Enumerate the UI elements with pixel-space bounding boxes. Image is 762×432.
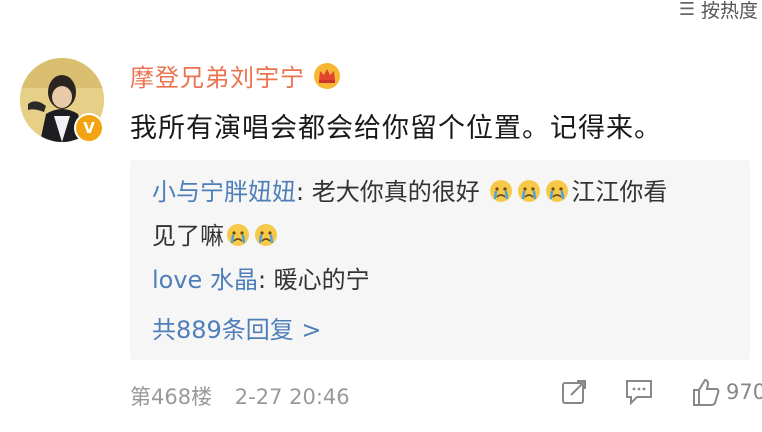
reply-item[interactable]: 小与宁胖妞妞: 老大你真的很好 江江你看 见了嘛 [152, 170, 667, 258]
reply-separator: : [296, 178, 312, 206]
sort-toggle[interactable]: ☰ 按热度 [679, 0, 758, 23]
reply-text: 江江你看 [571, 178, 668, 206]
crying-emoji-icon [255, 224, 277, 246]
crying-emoji-icon [546, 180, 569, 202]
crown-icon [314, 62, 340, 89]
reply-item[interactable]: love 水晶: 暖心的宁 [152, 258, 370, 302]
share-icon[interactable] [560, 378, 588, 406]
reply-username[interactable]: love 水晶 [152, 266, 258, 294]
comment-icon[interactable] [624, 378, 654, 406]
reply-text: 见了嘛 [152, 222, 224, 250]
crying-emoji-icon [227, 224, 249, 246]
crying-emoji-icon [490, 180, 513, 202]
floor-number: 第468楼 [130, 385, 213, 409]
more-replies-link[interactable]: 共889条回复 > [152, 310, 322, 345]
like-count: 970 [726, 380, 762, 404]
sort-icon: ☰ [678, 0, 695, 20]
comment-username[interactable]: 摩登兄弟刘宇宁 [130, 58, 341, 93]
like-button[interactable]: 970 [690, 376, 762, 408]
comment-time: 2-27 20:46 [234, 385, 350, 409]
reply-separator: : [257, 266, 274, 294]
verified-badge: V [74, 113, 104, 143]
comment-content: 我所有演唱会都会给你留个位置。记得来。 [130, 113, 662, 144]
reply-text: 暖心的宁 [273, 266, 370, 294]
reply-list: 小与宁胖妞妞: 老大你真的很好 江江你看 见了嘛 love 水晶: 暖心的宁 共… [130, 160, 750, 360]
crying-emoji-icon [518, 180, 541, 202]
username-text: 摩登兄弟刘宇宁 [130, 64, 305, 92]
reply-username[interactable]: 小与宁胖妞妞 [152, 178, 296, 206]
reply-text: 老大你真的很好 [311, 178, 480, 206]
comment-footer: 第468楼 2-27 20:46 [130, 381, 350, 411]
thumbs-up-icon [693, 378, 720, 406]
sort-label: 按热度 [700, 0, 758, 22]
